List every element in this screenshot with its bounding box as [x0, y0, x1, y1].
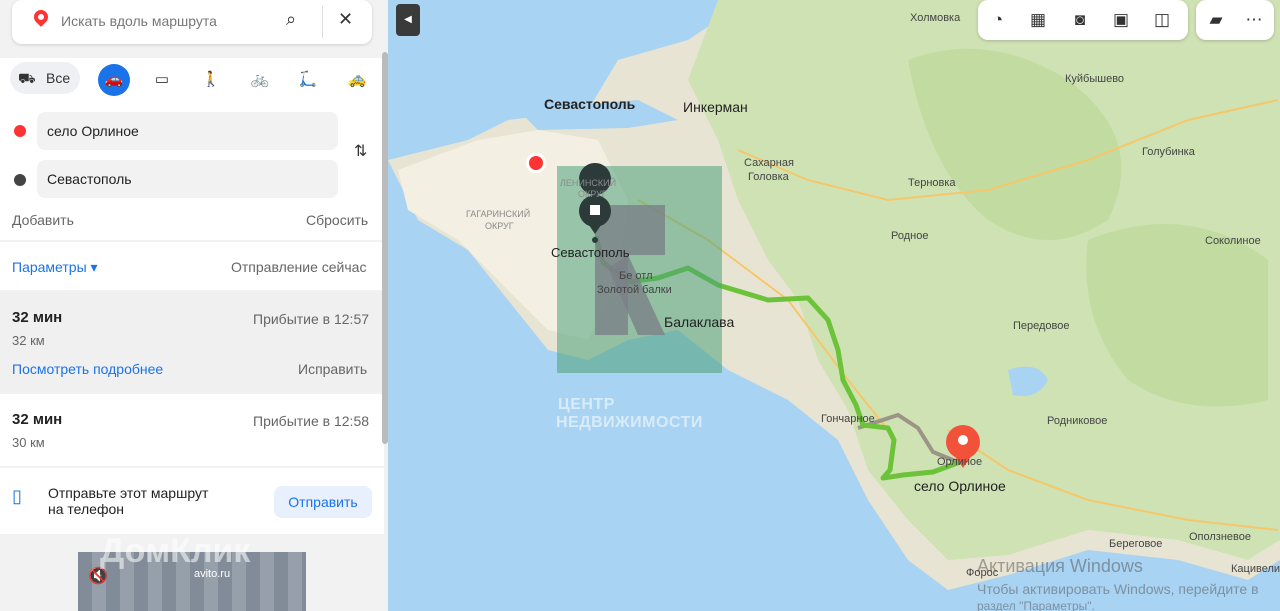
route-panel: Искать вдоль маршрута ⌕ ✕ ⛟ Все 🚗 ▭ 🚶 🚲 … — [0, 0, 388, 611]
more-icon[interactable]: ⋯ — [1242, 8, 1266, 32]
map-label-sevastopol: Севастополь — [544, 96, 636, 112]
map-label-balaklava: Балаклава — [664, 314, 735, 330]
map-label-sakharnaya-1: Сахарная — [744, 157, 794, 169]
watermark-line-1: ЦЕНТР — [558, 396, 615, 413]
end-dot-icon — [14, 174, 26, 186]
route-time: 32 мин — [12, 411, 63, 428]
map-label-orlinoe: Орлиное — [937, 456, 983, 468]
params-row: Параметры ▾ Отправление сейчас — [0, 242, 384, 290]
map-label-kholmovka: Холмовка — [910, 12, 961, 24]
map-label-leninsky-2: ОКРУГ — [578, 189, 607, 199]
divider — [322, 6, 323, 38]
windows-activation-text: Чтобы активировать Windows, перейдите в — [977, 581, 1259, 597]
route-search-bar[interactable]: Искать вдоль маршрута ⌕ ✕ — [12, 0, 372, 44]
map-label-ternovka: Терновка — [908, 177, 956, 189]
map-label-peredovoe: Передовое — [1013, 320, 1070, 332]
collapse-panel-button[interactable]: ◀ — [396, 4, 420, 36]
map-label-sevastopol-endpoint: Севастополь — [551, 245, 630, 260]
map-layers-icon[interactable]: ▦ — [1026, 8, 1050, 32]
location-pin-icon — [31, 7, 51, 27]
map-label-opolznevoe: Оползневое — [1189, 531, 1251, 543]
start-dot-icon — [14, 125, 26, 137]
params-dropdown[interactable]: Параметры ▾ — [12, 259, 98, 276]
map-label-golubinka: Голубинка — [1142, 146, 1195, 158]
route-option-1[interactable]: 32 мин Прибытие в 12:57 32 км Посмотреть… — [0, 292, 384, 392]
route-arrival: Прибытие в 12:58 — [253, 413, 370, 429]
route-from-field[interactable]: село Орлиное — [37, 112, 338, 150]
map-label-goncharnoe: Гончарное — [821, 413, 875, 425]
map-canvas — [388, 0, 1280, 611]
reset-button[interactable]: Сбросить — [306, 212, 368, 228]
map-label-rodnikovoe: Родниковое — [1047, 415, 1108, 427]
map-label-sokolinoe: Соколиное — [1205, 235, 1261, 247]
route-arrival: Прибытие в 12:57 — [253, 311, 370, 327]
taxi-mode-button[interactable]: 🚕 — [341, 64, 373, 96]
route-details-link[interactable]: Посмотреть подробнее — [12, 361, 163, 377]
map-view[interactable]: Севастополь Инкерман Холмовка Куйбышево … — [388, 0, 1280, 611]
add-point-button[interactable]: Добавить — [12, 212, 74, 228]
map-label-gagarinsky-1: ГАГАРИНСКИЙ — [466, 209, 531, 219]
swap-icon[interactable]: ⇅ — [354, 141, 367, 161]
close-icon[interactable]: ✕ — [338, 9, 353, 30]
route-to-field[interactable]: Севастополь — [37, 160, 338, 198]
map-layers-toolbar: ◔ ▦ ◙ ▣ ◫ — [978, 0, 1188, 40]
scooter-mode-button[interactable]: 🛴 — [292, 64, 324, 96]
send-button[interactable]: Отправить — [274, 486, 372, 518]
route-distance: 32 км — [12, 333, 45, 348]
windows-activation-text-2: раздел "Параметры". — [977, 599, 1095, 611]
layers-icon[interactable]: ◫ — [1150, 8, 1174, 32]
route-option-2[interactable]: 32 мин Прибытие в 12:58 30 км — [0, 394, 384, 466]
route-distance: 30 км — [12, 435, 45, 450]
ad-brand-watermark: ДомКлик — [100, 532, 251, 570]
map-label-otl-2: Золотой балки — [597, 284, 672, 296]
map-label-katsiveli: Кацивели — [1231, 563, 1280, 575]
phone-icon: ▯ — [12, 486, 22, 506]
route-from-value: село Орлиное — [47, 123, 139, 139]
route-fix-link[interactable]: Исправить — [298, 361, 367, 377]
map-label-inkerman: Инкерман — [683, 99, 748, 115]
map-label-orlinoe-village: село Орлиное — [914, 478, 1006, 494]
map-tools-toolbar: ▰ ⋯ — [1196, 0, 1274, 40]
map-label-sakharnaya-2: Головка — [748, 171, 789, 183]
route-points-card: село Орлиное Севастополь ⇅ Добавить Сбро… — [0, 102, 384, 240]
windows-activation-title: Активация Windows — [977, 556, 1143, 576]
map-label-leninsky-1: ЛЕНИНСКИЙ — [560, 178, 617, 188]
bus-mode-button[interactable]: ▭ — [146, 64, 178, 96]
map-label-rodnoe: Родное — [891, 230, 929, 242]
bike-mode-button[interactable]: 🚲 — [244, 64, 276, 96]
panel-scrollbar[interactable] — [382, 52, 388, 444]
search-input[interactable]: Искать вдоль маршрута — [61, 13, 217, 29]
map-label-beregovoe: Береговое — [1109, 538, 1163, 550]
departure-select[interactable]: Отправление сейчас — [231, 259, 366, 275]
mode-all-icon: ⛟ — [18, 70, 36, 86]
car-mode-button[interactable]: 🚗 — [98, 64, 130, 96]
mode-all-button[interactable]: ⛟ Все — [10, 62, 80, 94]
search-icon[interactable]: ⌕ — [286, 9, 296, 30]
transport-mode-bar: ⛟ Все 🚗 ▭ 🚶 🚲 🛴 🚕 — [0, 58, 388, 102]
transport-icon[interactable]: ▣ — [1109, 8, 1133, 32]
map-label-otl-1: Бе отл — [619, 270, 653, 282]
route-to-value: Севастополь — [47, 171, 132, 187]
mode-all-label: Все — [46, 70, 71, 86]
send-text-line-2: на телефон — [48, 501, 124, 517]
traffic-icon[interactable]: ◔ — [986, 8, 1010, 32]
panorama-icon[interactable]: ◙ — [1068, 8, 1092, 32]
route-time: 32 мин — [12, 309, 63, 326]
watermark-line-2: НЕДВИЖИМОСТИ — [556, 414, 703, 431]
map-label-gagarinsky-2: ОКРУГ — [485, 221, 514, 231]
map-label-kuibyshevo: Куйбышево — [1065, 73, 1125, 85]
send-text-line-1: Отправьте этот маршрут — [48, 485, 209, 501]
walk-mode-button[interactable]: 🚶 — [195, 64, 227, 96]
ruler-icon[interactable]: ▰ — [1204, 8, 1228, 32]
